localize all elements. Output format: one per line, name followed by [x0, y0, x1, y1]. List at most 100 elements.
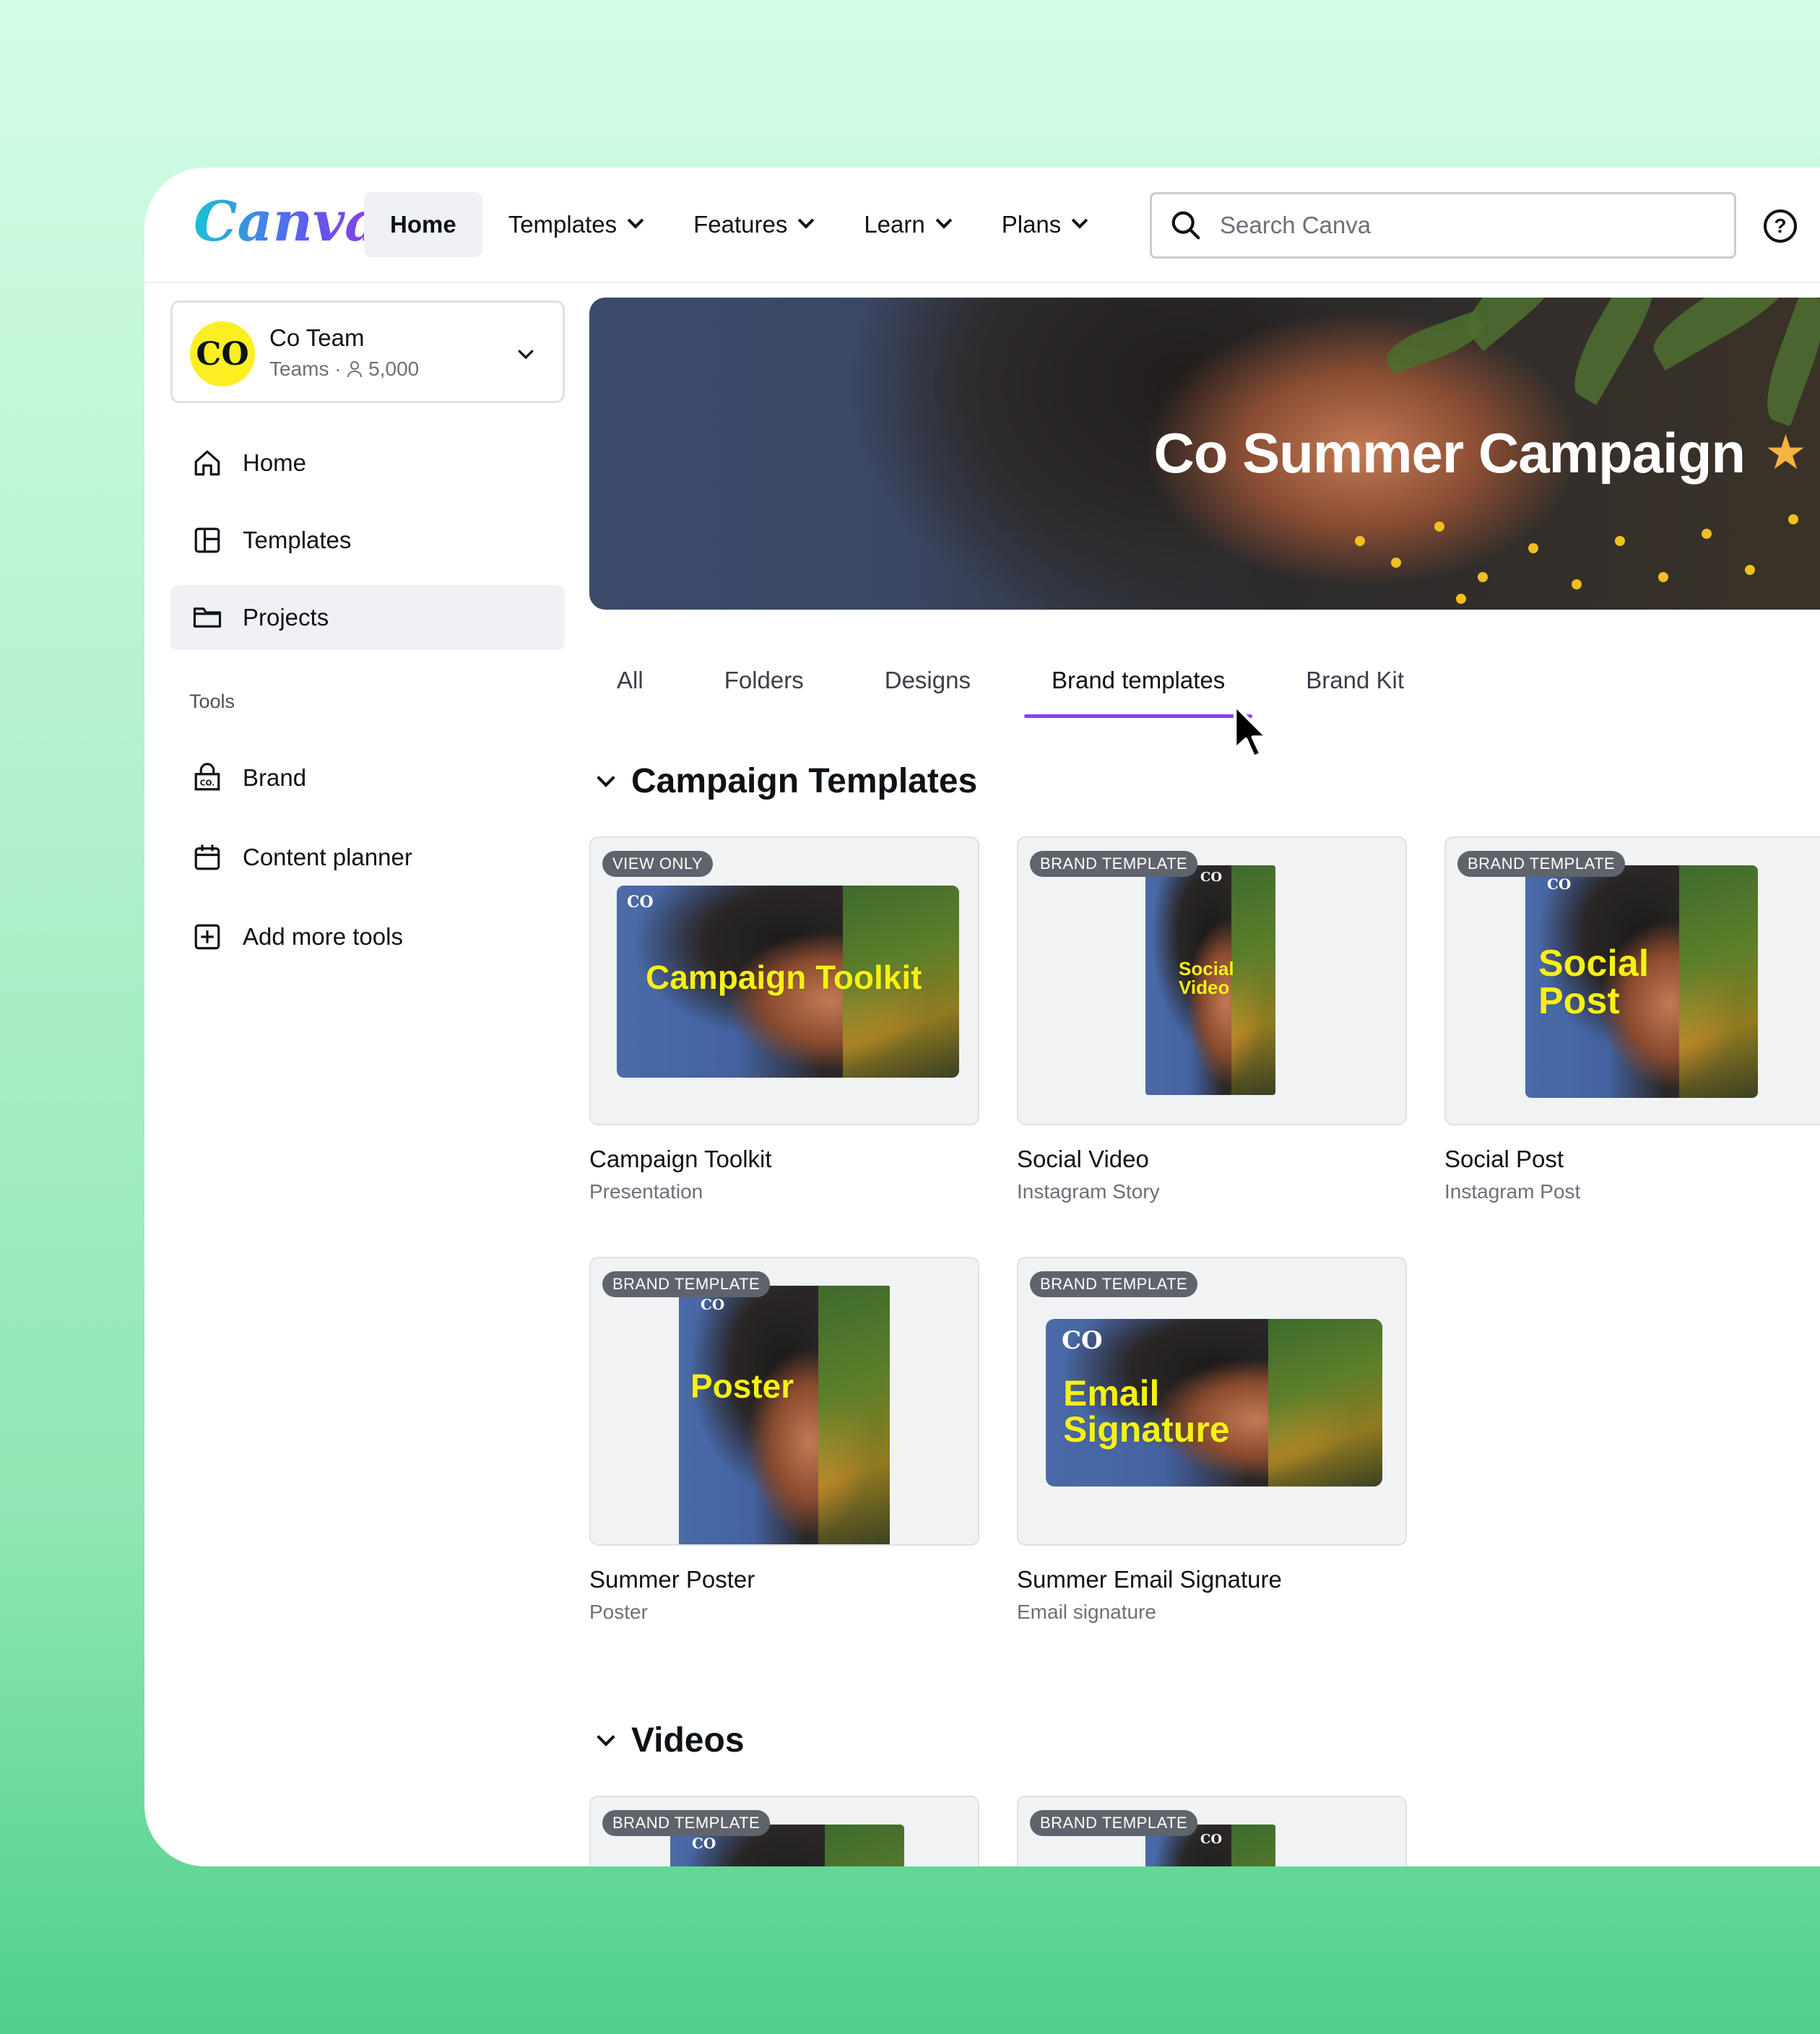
- flower-decoration: [1478, 572, 1488, 582]
- leaf-decoration: [1561, 298, 1669, 405]
- nav-features-label: Features: [693, 211, 788, 238]
- thumbnail-image: CO Campaign Toolkit: [617, 886, 959, 1078]
- card-subtitle: Instagram Story: [1017, 1180, 1160, 1203]
- section-header-videos[interactable]: Videos: [594, 1721, 745, 1760]
- brand-template-badge: BRAND TEMPLATE: [1030, 1810, 1198, 1836]
- co-logo: CO: [1200, 1832, 1223, 1847]
- leaf-decoration: [1381, 310, 1488, 375]
- card-preview[interactable]: BRAND TEMPLATE CO Social Video: [1017, 836, 1407, 1125]
- tab-designs[interactable]: Designs: [857, 654, 998, 706]
- tools-heading: Tools: [189, 691, 235, 712]
- co-logo: CO: [692, 1835, 716, 1852]
- template-card-summer-poster[interactable]: BRAND TEMPLATE CO Poster Summer Poster P…: [589, 1257, 979, 1624]
- flower-decoration: [1702, 529, 1712, 539]
- sidebar-item-label: Brand: [243, 764, 307, 791]
- card-preview[interactable]: VIEW ONLY CO Campaign Toolkit: [589, 836, 979, 1125]
- flower-decoration: [1434, 522, 1444, 532]
- card-preview[interactable]: BRAND TEMPLATE CO Email Signature: [1017, 1257, 1407, 1546]
- card-subtitle: Email signature: [1017, 1601, 1156, 1623]
- card-preview[interactable]: BRAND TEMPLATE CO Poster: [589, 1257, 979, 1546]
- star-icon[interactable]: ★: [1764, 425, 1807, 480]
- nav-learn-label: Learn: [864, 211, 925, 238]
- question-mark-icon[interactable]: ?: [1764, 209, 1797, 243]
- thumbnail-text: Social Video: [1179, 958, 1234, 998]
- nav-templates-label: Templates: [508, 211, 618, 238]
- flower-decoration: [1355, 536, 1365, 546]
- co-logo: CO: [627, 893, 654, 912]
- sidebar-item-label: Templates: [243, 527, 352, 553]
- tab-brand-kit[interactable]: Brand Kit: [1278, 654, 1431, 706]
- flower-decoration: [1615, 536, 1625, 546]
- nav-features[interactable]: Features: [667, 192, 838, 257]
- tab-brand-templates[interactable]: Brand templates: [1023, 654, 1253, 718]
- campaign-banner: Co Summer Campaign ★: [589, 298, 1820, 610]
- card-subtitle: Poster: [589, 1601, 648, 1623]
- team-switcher[interactable]: CO Co Team Teams · 5,000: [170, 300, 565, 403]
- card-subtitle: Presentation: [589, 1180, 703, 1203]
- tab-all[interactable]: All: [589, 654, 671, 706]
- sidebar-item-templates[interactable]: Templates: [170, 508, 565, 573]
- view-only-badge: VIEW ONLY: [602, 851, 714, 877]
- separator-dot: ·: [334, 358, 347, 380]
- sidebar-item-brand[interactable]: CO. Brand: [170, 745, 565, 810]
- leaf-decoration: [818, 1286, 890, 1544]
- template-card-social-post[interactable]: BRAND TEMPLATE CO Social Post Social Pos…: [1444, 836, 1820, 1203]
- chevron-down-icon: [935, 212, 953, 229]
- search-box[interactable]: [1150, 192, 1736, 259]
- flower-decoration: [1788, 514, 1798, 524]
- sidebar-item-content-planner[interactable]: Content planner: [170, 825, 565, 890]
- co-logo: CO: [1547, 875, 1572, 893]
- card-title: Summer Email Signature: [1017, 1566, 1282, 1593]
- tab-folders[interactable]: Folders: [697, 654, 831, 706]
- template-card-summer-email-signature[interactable]: BRAND TEMPLATE CO Email Signature Summer…: [1017, 1257, 1407, 1624]
- co-logo: CO: [701, 1296, 725, 1313]
- template-card-campaign-toolkit[interactable]: VIEW ONLY CO Campaign Toolkit Campaign T…: [589, 836, 979, 1203]
- chevron-down-icon: [597, 768, 615, 787]
- banner-title: Co Summer Campaign: [1153, 421, 1746, 485]
- nav-home[interactable]: Home: [364, 192, 482, 257]
- background-frame: Canva Home Templates Features Learn Plan…: [0, 0, 1820, 2034]
- card-preview[interactable]: BRAND TEMPLATE CO: [1017, 1796, 1407, 1866]
- canva-logo[interactable]: Canva: [194, 189, 380, 254]
- sidebar-item-label: Content planner: [243, 844, 412, 870]
- flower-decoration: [1391, 558, 1401, 568]
- top-navigation-bar: Canva Home Templates Features Learn Plan…: [144, 168, 1820, 283]
- thumbnail-image: CO Email Signature: [1046, 1319, 1382, 1486]
- folder-icon: [192, 602, 222, 633]
- sidebar-item-projects[interactable]: Projects: [170, 585, 565, 650]
- sidebar-item-add-tools[interactable]: Add more tools: [170, 904, 565, 969]
- flower-decoration: [1658, 572, 1668, 582]
- nav-plans[interactable]: Plans: [976, 192, 1112, 257]
- leaf-decoration: [1268, 1319, 1382, 1486]
- team-plan: Teams: [269, 358, 329, 380]
- chevron-down-icon: [798, 212, 815, 229]
- template-card-social-video[interactable]: BRAND TEMPLATE CO Social Video Social Vi…: [1017, 836, 1407, 1203]
- template-card-video-1[interactable]: BRAND TEMPLATE CO: [589, 1796, 979, 1866]
- section-title: Campaign Templates: [631, 762, 978, 800]
- search-input[interactable]: [1220, 212, 1725, 239]
- section-title: Videos: [631, 1721, 745, 1760]
- card-title: Social Post: [1444, 1146, 1564, 1172]
- card-preview[interactable]: BRAND TEMPLATE CO Social Post: [1444, 836, 1820, 1125]
- brand-template-badge: BRAND TEMPLATE: [1030, 1271, 1198, 1297]
- app-window: Canva Home Templates Features Learn Plan…: [144, 168, 1820, 1866]
- template-card-video-2[interactable]: BRAND TEMPLATE CO: [1017, 1796, 1407, 1866]
- sidebar-item-label: Add more tools: [243, 923, 403, 950]
- card-preview[interactable]: BRAND TEMPLATE CO: [589, 1796, 979, 1866]
- brand-template-badge: BRAND TEMPLATE: [602, 1271, 771, 1297]
- nav-templates[interactable]: Templates: [482, 192, 667, 257]
- search-icon: [1171, 211, 1200, 240]
- team-member-count: 5,000: [368, 358, 420, 380]
- thumbnail-text: Email Signature: [1063, 1373, 1230, 1450]
- thumbnail-image: CO Social Post: [1525, 865, 1758, 1098]
- thumbnail-image: CO Poster: [679, 1286, 890, 1544]
- leaf-decoration: [1678, 865, 1758, 1098]
- sidebar-item-home[interactable]: Home: [170, 430, 565, 495]
- nav-learn[interactable]: Learn: [838, 192, 975, 257]
- members-icon: [347, 361, 363, 378]
- flower-decoration: [1572, 579, 1582, 589]
- section-header-campaign-templates[interactable]: Campaign Templates: [594, 761, 977, 801]
- flower-decoration: [1528, 543, 1538, 553]
- chevron-down-icon: [627, 212, 644, 229]
- main-nav: Home Templates Features Learn Plans: [364, 192, 1112, 257]
